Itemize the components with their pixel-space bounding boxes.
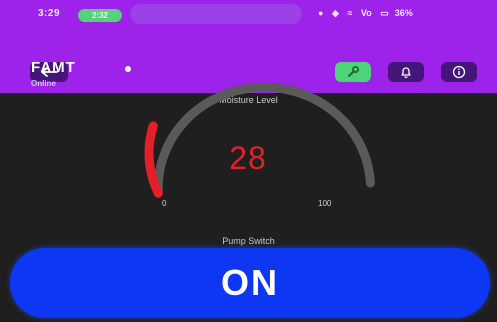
pump-label: Pump Switch [222,236,275,246]
pump-state-label: ON [221,262,279,303]
moisture-gauge [144,82,375,198]
pump-toggle-button[interactable]: ON [10,248,490,318]
gauge-max-label: 100 [318,199,332,208]
gauge-level [144,121,163,198]
gauge-min-label: 0 [162,199,167,208]
app-screen: 3:29 2:32 ● ◆ ≈ Vo ▭ 36% FAMT Online Moi… [0,0,497,322]
moisture-value: 28 [229,140,267,176]
